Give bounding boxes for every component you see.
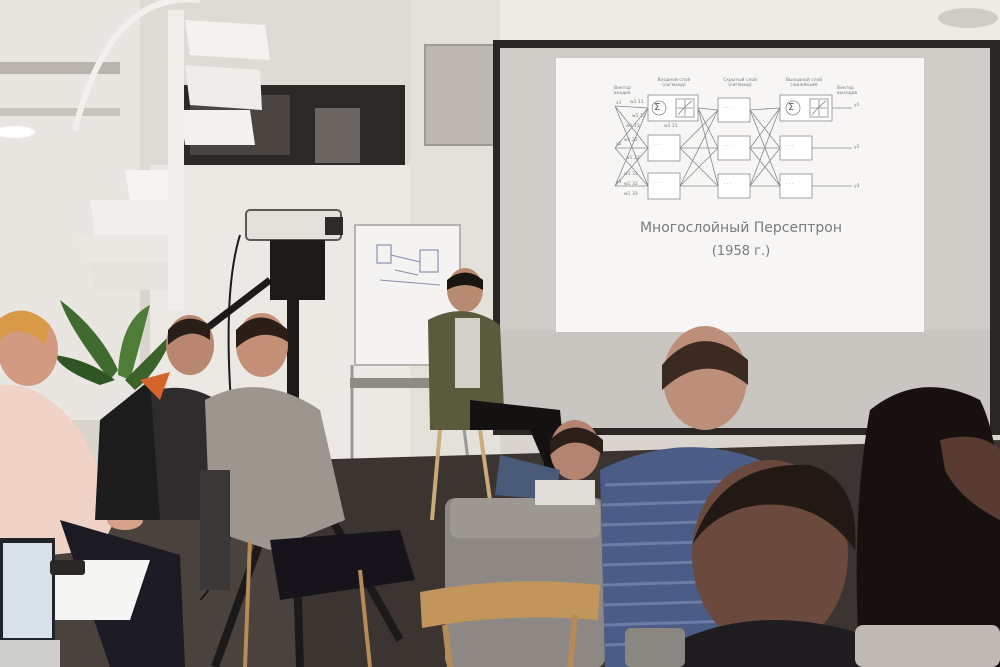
slide-year: (1958 г.) (711, 244, 771, 259)
input-layer-label: Входной слой (сигмоид) (657, 78, 691, 88)
output-vector-label: Вектор выходов (837, 86, 858, 96)
grey-chair (855, 625, 1000, 667)
node-dots: · · · (654, 143, 662, 148)
sum-symbol: Σ (654, 102, 661, 113)
window (424, 44, 496, 146)
weight-label: w1 11 (630, 100, 644, 105)
ceiling (500, 0, 1000, 40)
sum-symbol: Σ (788, 102, 795, 113)
node-dots: · · · (724, 182, 732, 187)
output-y3: y3 (854, 184, 860, 189)
output-y2: y2 (854, 145, 860, 150)
input-vector-label: Вектор входов (614, 86, 631, 96)
weight-label: w1 32 (624, 182, 638, 187)
slide-text-layer: Вектор входов Входной слой (сигмоид) Скр… (560, 60, 922, 330)
node-dots: · · · (724, 144, 732, 149)
input-x2: x2 (616, 142, 622, 147)
weight-label: w1 31 (624, 172, 638, 177)
weight-label: w1 12 (632, 114, 646, 119)
weight-label: w1 33 (624, 192, 638, 197)
output-y1: y1 (854, 103, 860, 108)
output-layer-label: Выходной слой (линейный) (785, 78, 823, 88)
weight-label: w1 22 (624, 138, 638, 143)
weight-label: w1 23 (626, 156, 640, 161)
hidden-layer-label: Скрытый слой (сигмоид) (723, 78, 757, 88)
weight-label: w1 21 (664, 124, 678, 129)
node-dots: · · · (724, 106, 732, 111)
weight-label: w1 13 (626, 124, 640, 129)
photo-scene: Вектор входов Входной слой (сигмоид) Скр… (0, 0, 1000, 667)
input-x3: x3 (616, 180, 622, 185)
node-dots: · · · (654, 181, 662, 186)
node-dots: · · · (786, 144, 794, 149)
node-dots: · · · (786, 182, 794, 187)
ceiling-projector (938, 8, 998, 28)
slide-title: Многослойный Персептрон (639, 220, 843, 236)
input-x1: x1 (616, 101, 622, 106)
